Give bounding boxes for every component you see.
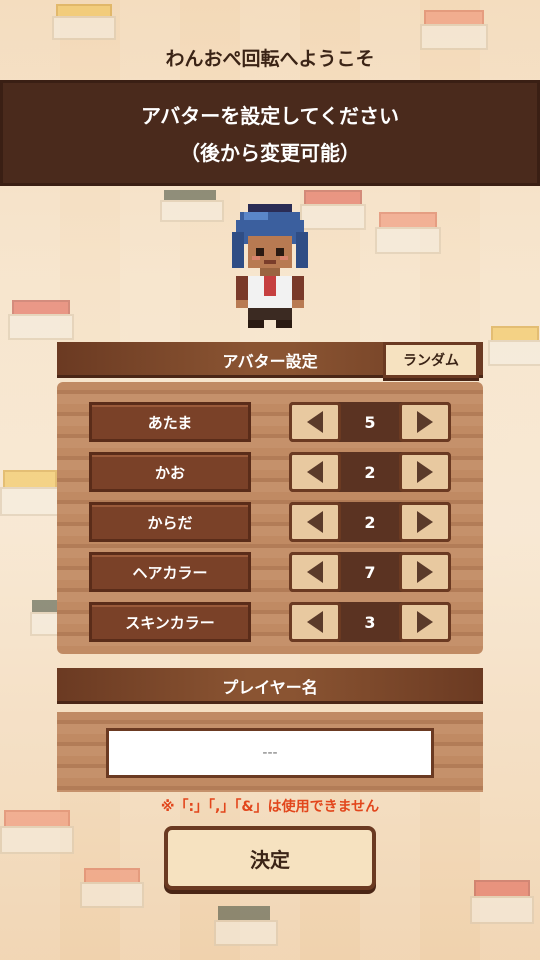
body-value: 2 <box>364 512 376 532</box>
sushi-decoration <box>0 810 74 854</box>
face-value: 2 <box>364 462 376 482</box>
sushi-decoration <box>214 906 278 946</box>
sushi-decoration <box>52 4 116 40</box>
sushi-decoration <box>80 868 144 908</box>
avatar-preview <box>232 204 308 328</box>
arrow-left-icon <box>307 411 323 433</box>
arrow-right-icon <box>417 411 433 433</box>
face-next-button[interactable] <box>399 452 451 492</box>
head-value: 5 <box>364 412 376 432</box>
player-name-input[interactable] <box>106 728 434 778</box>
row-label-skin-color: スキンカラー <box>89 602 251 642</box>
arrow-right-icon <box>417 511 433 533</box>
player-name-header: プレイヤー名 <box>57 668 483 704</box>
arrow-left-icon <box>307 611 323 633</box>
skin-color-value: 3 <box>364 612 376 632</box>
banner-line-2: （後から変更可能） <box>180 141 360 165</box>
sushi-decoration <box>160 190 224 222</box>
arrow-left-icon <box>307 461 323 483</box>
instruction-banner: アバターを設定してください （後から変更可能） <box>0 80 540 186</box>
skin-color-prev-button[interactable] <box>289 602 341 642</box>
hair-color-prev-button[interactable] <box>289 552 341 592</box>
sushi-decoration <box>8 300 74 340</box>
head-prev-button[interactable] <box>289 402 341 442</box>
arrow-left-icon <box>307 561 323 583</box>
row-label-body: からだ <box>89 502 251 542</box>
sushi-decoration <box>375 212 441 254</box>
row-label-head: あたま <box>89 402 251 442</box>
welcome-title: わんおぺ回転へようこそ <box>165 48 375 70</box>
arrow-right-icon <box>417 561 433 583</box>
input-restriction-note: ※「:」「,」「&」は使用できません <box>160 799 380 815</box>
body-next-button[interactable] <box>399 502 451 542</box>
body-prev-button[interactable] <box>289 502 341 542</box>
arrow-right-icon <box>417 611 433 633</box>
random-button[interactable]: ランダム <box>383 342 479 378</box>
sushi-decoration <box>488 326 540 366</box>
sushi-decoration <box>0 470 60 516</box>
arrow-left-icon <box>307 511 323 533</box>
row-label-hair-color: ヘアカラー <box>89 552 251 592</box>
arrow-right-icon <box>417 461 433 483</box>
sushi-decoration <box>470 880 534 924</box>
hair-color-value: 7 <box>364 562 376 582</box>
banner-line-1: アバターを設定してください <box>141 104 399 128</box>
confirm-button[interactable]: 決定 <box>164 826 376 890</box>
row-label-face: かお <box>89 452 251 492</box>
hair-color-next-button[interactable] <box>399 552 451 592</box>
head-next-button[interactable] <box>399 402 451 442</box>
skin-color-next-button[interactable] <box>399 602 451 642</box>
face-prev-button[interactable] <box>289 452 341 492</box>
